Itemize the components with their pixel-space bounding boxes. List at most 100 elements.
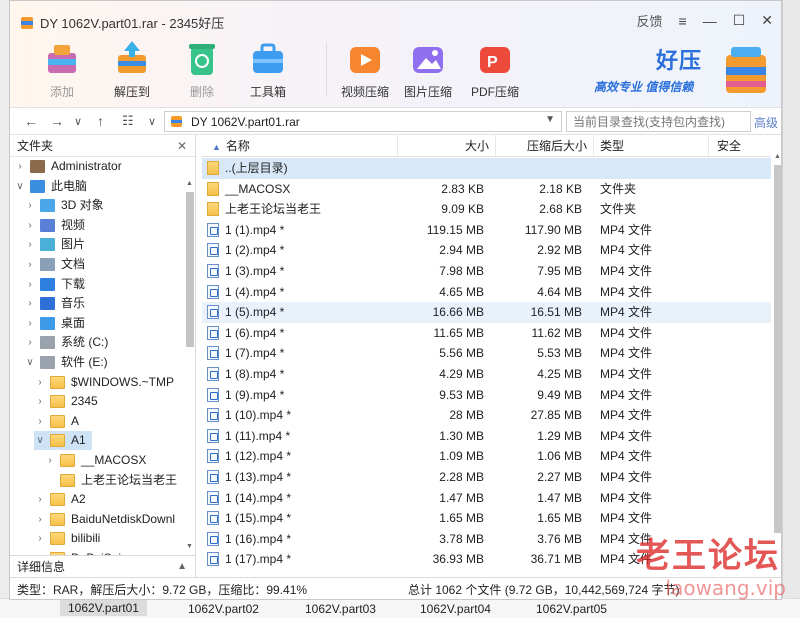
file-row[interactable]: 1 (15).mp4 * 1.65 MB 1.65 MB MP4 文件 xyxy=(202,508,771,529)
tree-item[interactable]: › bilibili xyxy=(34,529,100,548)
chevron-right-icon[interactable]: › xyxy=(24,196,36,215)
tree-scrollbar[interactable]: ▲ ▼ xyxy=(186,180,194,550)
tree-item[interactable]: › 3D 对象 xyxy=(24,196,104,215)
maximize-icon[interactable]: ☐ xyxy=(733,12,746,29)
tree-item[interactable]: › 图片 xyxy=(24,235,85,254)
tree-item[interactable]: › 下载 xyxy=(24,275,85,294)
file-row[interactable]: 1 (4).mp4 * 4.65 MB 4.64 MB MP4 文件 xyxy=(202,282,771,303)
scroll-up-icon[interactable]: ▲ xyxy=(774,153,781,160)
path-dropdown-icon[interactable]: ▼ xyxy=(545,114,555,125)
tree-item[interactable]: › A xyxy=(34,412,79,431)
menu-icon[interactable]: ≡ xyxy=(679,13,687,29)
chevron-right-icon[interactable]: › xyxy=(34,373,46,392)
view-mode-icon[interactable]: ☷ xyxy=(122,113,134,129)
file-row[interactable]: 1 (5).mp4 * 16.66 MB 16.51 MB MP4 文件 xyxy=(202,302,771,323)
file-row[interactable]: 1 (6).mp4 * 11.65 MB 11.62 MB MP4 文件 xyxy=(202,323,771,344)
chevron-right-icon[interactable]: › xyxy=(34,392,46,411)
file-row[interactable]: 上老王论坛当老王 9.09 KB 2.68 KB 文件夹 xyxy=(202,199,771,220)
file-row[interactable]: 1 (14).mp4 * 1.47 MB 1.47 MB MP4 文件 xyxy=(202,488,771,509)
chevron-up-icon[interactable]: ▲ xyxy=(177,556,187,578)
chevron-down-icon[interactable]: ∨ xyxy=(14,177,26,196)
forward-icon[interactable]: → xyxy=(50,113,64,129)
up-level-icon[interactable]: ↑ xyxy=(97,113,104,129)
file-row[interactable]: 1 (9).mp4 * 9.53 MB 9.49 MB MP4 文件 xyxy=(202,385,771,406)
chevron-right-icon[interactable]: › xyxy=(24,314,36,333)
tree-item[interactable]: › 桌面 xyxy=(24,314,85,333)
strip-file-5[interactable]: 1062V.part05 xyxy=(536,602,607,616)
chevron-right-icon[interactable]: › xyxy=(24,333,36,352)
file-row[interactable]: ..(上层目录) xyxy=(202,158,771,179)
column-size[interactable]: 大小 xyxy=(398,135,496,157)
delete-button[interactable]: 删除 xyxy=(172,39,232,100)
file-row[interactable]: 1 (3).mp4 * 7.98 MB 7.95 MB MP4 文件 xyxy=(202,261,771,282)
tree-item[interactable]: › 系统 (C:) xyxy=(24,333,108,352)
file-row[interactable]: 1 (10).mp4 * 28 MB 27.85 MB MP4 文件 xyxy=(202,405,771,426)
close-icon[interactable]: ✕ xyxy=(761,12,773,29)
tree-item[interactable]: 上老王论坛当老王 xyxy=(44,471,177,490)
scroll-up-icon[interactable]: ▲ xyxy=(186,180,193,187)
column-type[interactable]: 类型 xyxy=(594,135,709,157)
tree-item[interactable]: › $WINDOWS.~TMP xyxy=(34,373,174,392)
scroll-down-icon[interactable]: ▼ xyxy=(186,543,193,550)
tree-item[interactable]: › 音乐 xyxy=(24,294,85,313)
search-box[interactable] xyxy=(566,111,751,132)
minimize-icon[interactable]: — xyxy=(703,13,717,29)
pdf-compress-button[interactable]: P PDF压缩 xyxy=(465,39,525,100)
tree-item[interactable]: ∨ A1 xyxy=(34,431,92,451)
path-bar[interactable]: DY 1062V.part01.rar ▼ xyxy=(164,111,562,132)
column-security[interactable]: 安全 xyxy=(709,135,771,157)
file-row[interactable]: 1 (8).mp4 * 4.29 MB 4.25 MB MP4 文件 xyxy=(202,364,771,385)
advanced-search-link[interactable]: 高级 xyxy=(754,114,778,131)
chevron-right-icon[interactable]: › xyxy=(24,255,36,274)
file-row[interactable]: 1 (13).mp4 * 2.28 MB 2.27 MB MP4 文件 xyxy=(202,467,771,488)
strip-file-1[interactable]: 1062V.part01 xyxy=(60,600,147,616)
tree-scroll-thumb[interactable] xyxy=(186,192,194,347)
column-name[interactable]: ▲ 名称 xyxy=(202,135,398,157)
chevron-down-icon[interactable]: ∨ xyxy=(24,353,36,372)
chevron-down-icon[interactable]: ∨ xyxy=(34,431,46,450)
feedback-link[interactable]: 反馈 xyxy=(637,11,663,30)
extract-to-button[interactable]: 解压到 xyxy=(102,39,162,100)
tree-item[interactable]: › 2345 xyxy=(34,392,98,411)
chevron-right-icon[interactable]: › xyxy=(24,294,36,313)
chevron-right-icon[interactable]: › xyxy=(34,510,46,529)
chevron-right-icon[interactable]: › xyxy=(14,157,26,176)
file-row[interactable]: 1 (11).mp4 * 1.30 MB 1.29 MB MP4 文件 xyxy=(202,426,771,447)
close-panel-icon[interactable]: ✕ xyxy=(177,135,187,157)
tree-item[interactable]: › 视频 xyxy=(24,216,85,235)
file-row[interactable]: 1 (7).mp4 * 5.56 MB 5.53 MB MP4 文件 xyxy=(202,343,771,364)
video-compress-button[interactable]: 视频压缩 xyxy=(335,39,395,100)
tree-item[interactable]: ∨ 软件 (E:) xyxy=(24,353,108,372)
file-row[interactable]: 1 (1).mp4 * 119.15 MB 117.90 MB MP4 文件 xyxy=(202,220,771,241)
file-list-scroll-thumb[interactable] xyxy=(774,165,781,533)
strip-file-2[interactable]: 1062V.part02 xyxy=(188,602,259,616)
chevron-right-icon[interactable]: › xyxy=(34,412,46,431)
chevron-right-icon[interactable]: › xyxy=(24,216,36,235)
tree-item[interactable]: ∨ 此电脑 xyxy=(14,177,87,196)
tree-item[interactable]: › 文档 xyxy=(24,255,85,274)
tree-item[interactable]: › A2 xyxy=(34,490,86,509)
view-dropdown-icon[interactable]: ∨ xyxy=(148,115,156,128)
chevron-right-icon[interactable]: › xyxy=(44,451,56,470)
chevron-right-icon[interactable]: › xyxy=(34,529,46,548)
file-row[interactable]: 1 (2).mp4 * 2.94 MB 2.92 MB MP4 文件 xyxy=(202,240,771,261)
file-list-scrollbar[interactable]: ▲ xyxy=(773,153,781,577)
chevron-right-icon[interactable]: › xyxy=(24,235,36,254)
column-compressed-size[interactable]: 压缩后大小 xyxy=(496,135,594,157)
strip-file-4[interactable]: 1062V.part04 xyxy=(420,602,491,616)
file-row[interactable]: __MACOSX 2.83 KB 2.18 KB 文件夹 xyxy=(202,179,771,200)
add-button[interactable]: 添加 xyxy=(32,39,92,100)
strip-file-3[interactable]: 1062V.part03 xyxy=(305,602,376,616)
back-icon[interactable]: ← xyxy=(24,113,38,129)
toolbox-button[interactable]: 工具箱 xyxy=(238,39,298,100)
tree-item[interactable]: › Administrator xyxy=(14,157,122,176)
tree-item[interactable]: › __MACOSX xyxy=(44,451,146,470)
history-dropdown-icon[interactable]: ∨ xyxy=(74,115,82,128)
search-input[interactable] xyxy=(567,112,750,131)
tree-item[interactable]: › BaiduNetdiskDownl xyxy=(34,510,175,529)
chevron-right-icon[interactable]: › xyxy=(24,275,36,294)
file-row[interactable]: 1 (12).mp4 * 1.09 MB 1.06 MB MP4 文件 xyxy=(202,446,771,467)
chevron-right-icon[interactable]: › xyxy=(34,490,46,509)
details-panel-toggle[interactable]: 详细信息 ▲ xyxy=(10,555,196,577)
image-compress-button[interactable]: 图片压缩 xyxy=(398,39,458,100)
